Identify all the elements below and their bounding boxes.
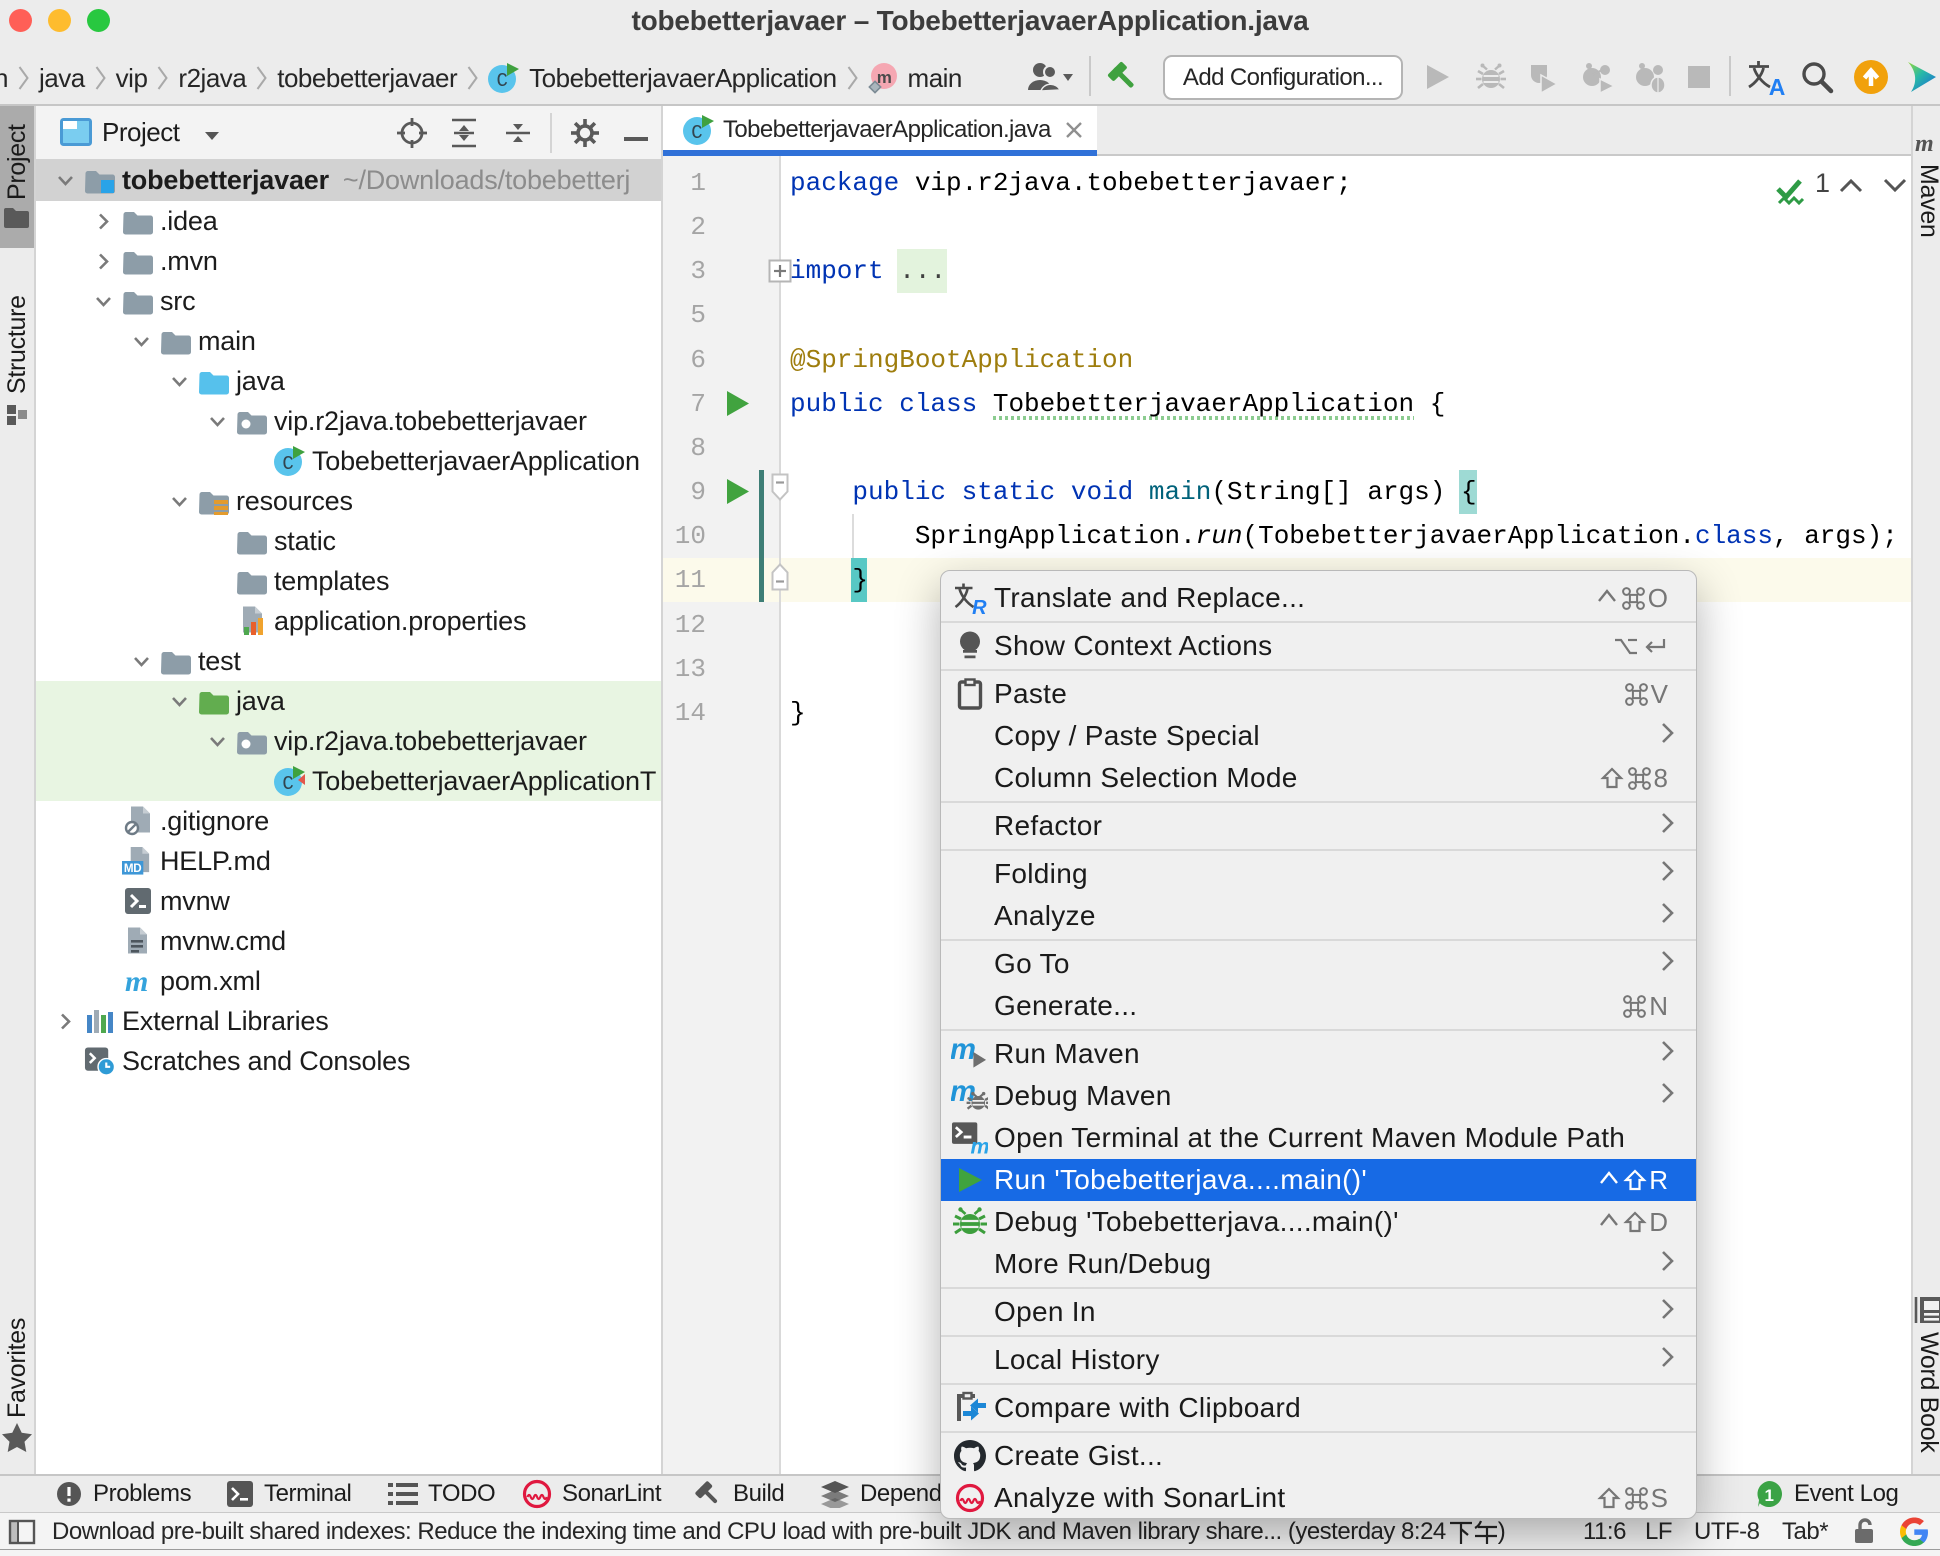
svg-text:R: R (972, 597, 987, 615)
svg-text:m: m (951, 1037, 976, 1066)
svg-text:C: C (282, 453, 293, 475)
svg-text:m: m (1915, 131, 1934, 156)
svg-text:C: C (282, 773, 293, 795)
svg-text:1: 1 (1764, 1486, 1773, 1505)
svg-text:m: m (971, 1135, 988, 1156)
svg-text:C: C (497, 70, 508, 92)
svg-text:C: C (691, 122, 702, 144)
svg-text:MD: MD (124, 862, 142, 875)
svg-text:m: m (125, 967, 148, 995)
svg-text:A: A (1769, 74, 1786, 96)
